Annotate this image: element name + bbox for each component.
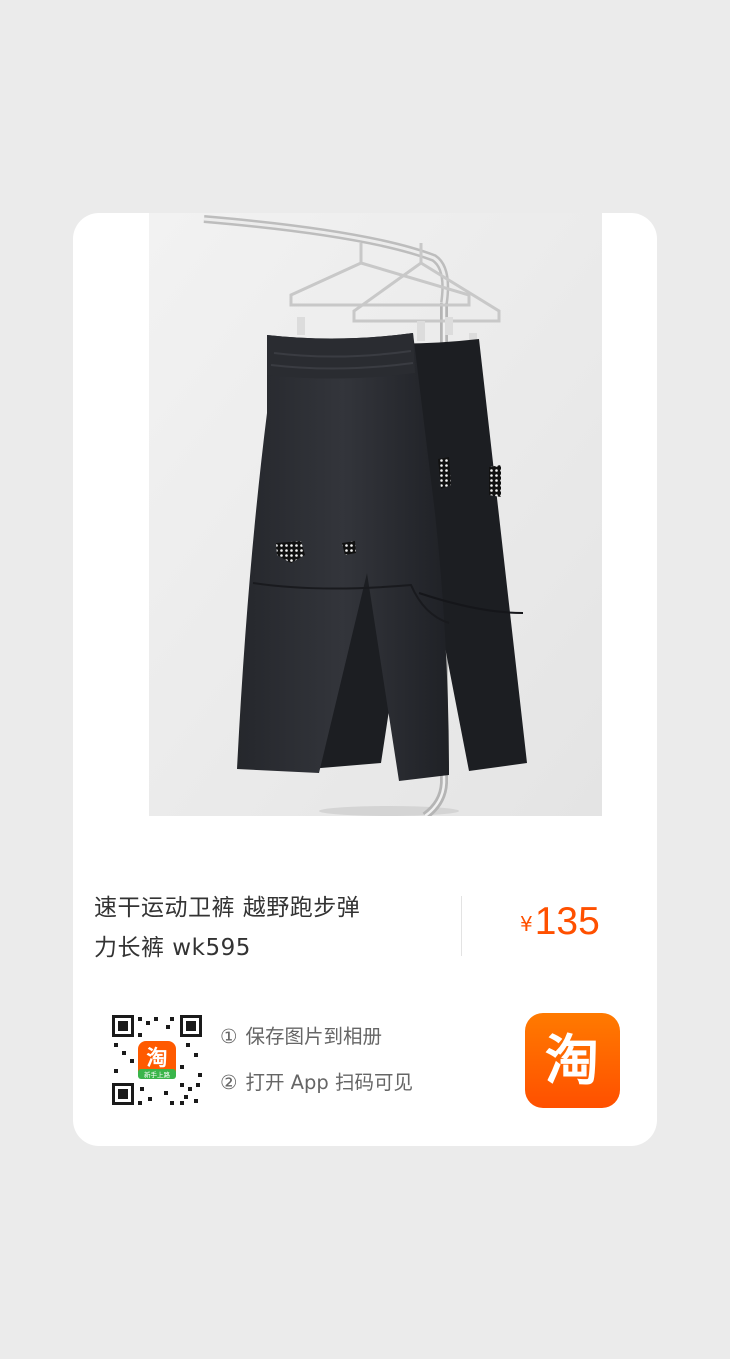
svg-text:新手上路: 新手上路 [144, 1070, 171, 1079]
product-title-line2: 力长裤 wk595 [94, 935, 251, 961]
step-number: ① [220, 1025, 238, 1048]
qr-code[interactable]: 淘 新手上路 [108, 1011, 206, 1109]
share-card: 速干运动卫裤 越野跑步弹 力长裤 wk595 ¥135 淘 新手上路 ① 保存图… [73, 213, 657, 1146]
product-title[interactable]: 速干运动卫裤 越野跑步弹 力长裤 wk595 [94, 888, 424, 968]
product-price: ¥135 [520, 900, 600, 944]
product-photo[interactable] [149, 213, 602, 816]
price-currency: ¥ [520, 912, 533, 936]
step-save-image: ① 保存图片到相册 [220, 1018, 413, 1064]
svg-text:淘: 淘 [545, 1029, 599, 1092]
divider [461, 896, 462, 956]
share-steps: ① 保存图片到相册 ② 打开 App 扫码可见 [220, 1018, 413, 1110]
product-title-line1: 速干运动卫裤 越野跑步弹 [94, 895, 361, 921]
step-open-app: ② 打开 App 扫码可见 [220, 1064, 413, 1110]
step-text: 打开 App 扫码可见 [245, 1071, 413, 1094]
step-number: ② [220, 1071, 238, 1094]
taobao-logo-icon[interactable]: 淘 [525, 1013, 620, 1108]
price-amount: 135 [534, 900, 600, 943]
svg-text:淘: 淘 [147, 1046, 168, 1070]
step-text: 保存图片到相册 [245, 1025, 382, 1048]
